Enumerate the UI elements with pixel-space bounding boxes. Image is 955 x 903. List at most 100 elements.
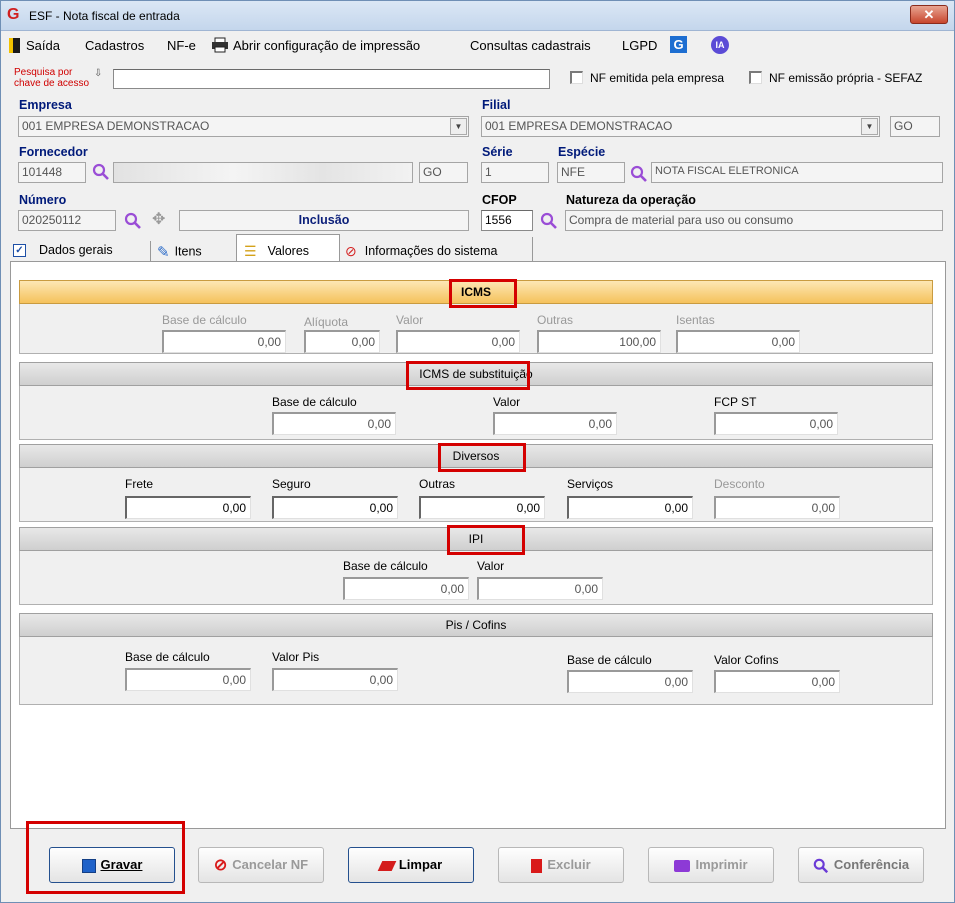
filial-label: Filial — [482, 98, 511, 112]
diversos-outras-label: Outras — [419, 477, 456, 491]
search-arrow-icon: ⇩ — [94, 68, 103, 79]
icms-outras-field[interactable]: 100,00 — [537, 330, 661, 353]
pis-base-field[interactable]: 0,00 — [125, 668, 251, 691]
ia-icon[interactable]: IA — [711, 36, 729, 54]
tab-valores[interactable]: ☰ Valores — [236, 234, 340, 264]
cfop-field[interactable]: 1556 — [481, 210, 533, 231]
pencil-icon: ✎ — [157, 244, 170, 261]
g-app-icon[interactable]: G — [670, 36, 687, 53]
excluir-button[interactable]: Excluir — [498, 847, 624, 883]
menu-cadastros[interactable]: Cadastros — [85, 38, 144, 53]
title-bar: G ESF - Nota fiscal de entrada ✕ — [1, 1, 954, 31]
menu-saida[interactable]: Saída — [26, 38, 60, 53]
menu-bar: Saída Cadastros NF-e Abrir configuração … — [1, 31, 954, 59]
icms-aliquota-field[interactable]: 0,00 — [304, 330, 380, 353]
servicos-label: Serviços — [567, 477, 614, 491]
access-key-search-input[interactable] — [113, 69, 550, 89]
servicos-field[interactable]: 0,00 — [567, 496, 693, 519]
ipi-valor-field[interactable]: 0,00 — [477, 577, 603, 600]
search-icon[interactable] — [630, 165, 648, 183]
numero-label: Número — [19, 193, 67, 207]
printer-icon — [212, 37, 228, 53]
chevron-down-icon: ▼ — [450, 118, 467, 135]
search-icon[interactable] — [540, 212, 558, 230]
icms-valor-label: Valor — [396, 313, 424, 327]
eraser-icon — [377, 860, 397, 871]
pis-base-label: Base de cálculo — [125, 650, 210, 664]
icms-valor-field[interactable]: 0,00 — [396, 330, 520, 353]
cofins-valor-label: Valor Cofins — [714, 653, 779, 667]
icms-isentas-field[interactable]: 0,00 — [676, 330, 800, 353]
serie-field[interactable]: 1 — [481, 162, 549, 183]
limpar-button[interactable]: Limpar — [348, 847, 474, 883]
menu-nfe[interactable]: NF-e — [167, 38, 196, 53]
menu-lgpd[interactable]: LGPD — [622, 38, 657, 53]
window-title: ESF - Nota fiscal de entrada — [29, 9, 180, 23]
icms-st-valor-label: Valor — [493, 395, 521, 409]
icms-base-field[interactable]: 0,00 — [162, 330, 286, 353]
printer-icon — [674, 859, 691, 872]
cofins-valor-field[interactable]: 0,00 — [714, 670, 840, 693]
checkbox-icon: ✓ — [13, 244, 26, 258]
pis-cofins-section: Pis / Cofins Base de cálculo 0,00 Valor … — [19, 613, 933, 705]
natureza-field: Compra de material para uso ou consumo — [565, 210, 943, 231]
especie-field[interactable]: NFE — [557, 162, 625, 183]
cofins-base-field[interactable]: 0,00 — [567, 670, 693, 693]
main-window: G ESF - Nota fiscal de entrada ✕ Saída C… — [0, 0, 955, 903]
conferencia-button[interactable]: Conferência — [798, 847, 924, 883]
seguro-label: Seguro — [272, 477, 311, 491]
ipi-base-field[interactable]: 0,00 — [343, 577, 469, 600]
search-icon — [813, 858, 829, 873]
icms-st-base-field[interactable]: 0,00 — [272, 412, 396, 435]
imprimir-button[interactable]: Imprimir — [648, 847, 774, 883]
especie-description-field: NOTA FISCAL ELETRONICA — [651, 162, 943, 183]
icms-outras-label: Outras — [537, 313, 574, 327]
save-disk-icon — [81, 858, 96, 873]
nf-emissao-propria-checkbox[interactable] — [749, 71, 762, 84]
icms-base-label: Base de cálculo — [162, 313, 247, 327]
status-field: Inclusão — [179, 210, 469, 231]
icms-aliquota-label: Alíquota — [304, 315, 349, 329]
especie-label: Espécie — [558, 145, 606, 159]
fornecedor-code-field[interactable]: 101448 — [18, 162, 86, 183]
icms-isentas-label: Isentas — [676, 313, 715, 327]
exit-door-icon — [9, 38, 20, 53]
tab-informacoes-sistema[interactable]: ⊘ Informações do sistema — [345, 237, 533, 264]
numero-field[interactable]: 020250112 — [18, 210, 116, 231]
desconto-field[interactable]: 0,00 — [714, 496, 840, 519]
menu-consultas-cadastrais[interactable]: Consultas cadastrais — [470, 38, 591, 53]
fornecedor-label: Fornecedor — [19, 145, 88, 159]
desconto-label: Desconto — [714, 477, 765, 491]
natureza-label: Natureza da operação — [566, 193, 696, 207]
add-icon[interactable]: ✥ — [152, 209, 165, 229]
pis-valor-field[interactable]: 0,00 — [272, 668, 398, 691]
nf-emitida-label: NF emitida pela empresa — [590, 71, 725, 85]
cancelar-nf-button[interactable]: ⊘ Cancelar NF — [198, 847, 324, 883]
highlight-icms — [449, 279, 517, 308]
icms-st-valor-field[interactable]: 0,00 — [493, 412, 617, 435]
search-icon[interactable] — [92, 163, 110, 181]
frete-field[interactable]: 0,00 — [125, 496, 251, 519]
coins-icon: ☰ — [244, 243, 257, 259]
app-logo-icon: G — [7, 6, 20, 23]
seguro-field[interactable]: 0,00 — [272, 496, 398, 519]
filial-select[interactable]: 001 EMPRESA DEMONSTRACAO ▼ — [481, 116, 880, 137]
chevron-down-icon: ▼ — [861, 118, 878, 135]
diversos-outras-field[interactable]: 0,00 — [419, 496, 545, 519]
tab-itens[interactable]: ✎ Itens — [157, 237, 237, 264]
icms-st-base-label: Base de cálculo — [272, 395, 357, 409]
icms-st-fcp-field[interactable]: 0,00 — [714, 412, 838, 435]
cancel-icon: ⊘ — [213, 856, 228, 874]
tab-dados-gerais[interactable]: ✓ Dados gerais — [13, 237, 151, 264]
ipi-base-label: Base de cálculo — [343, 559, 428, 573]
menu-abrir-configuracao[interactable]: Abrir configuração de impressão — [233, 38, 420, 53]
nf-emissao-propria-label: NF emissão própria - SEFAZ — [769, 71, 923, 85]
fornecedor-name-field-blurred — [113, 162, 413, 183]
empresa-select[interactable]: 001 EMPRESA DEMONSTRACAO ▼ — [18, 116, 469, 137]
gravar-button[interactable]: Gravar — [49, 847, 175, 883]
close-button[interactable]: ✕ — [910, 5, 948, 24]
nf-emitida-checkbox[interactable] — [570, 71, 583, 84]
icms-st-fcp-label: FCP ST — [714, 395, 757, 409]
search-icon[interactable] — [124, 212, 142, 230]
pis-cofins-header: Pis / Cofins — [19, 613, 933, 637]
